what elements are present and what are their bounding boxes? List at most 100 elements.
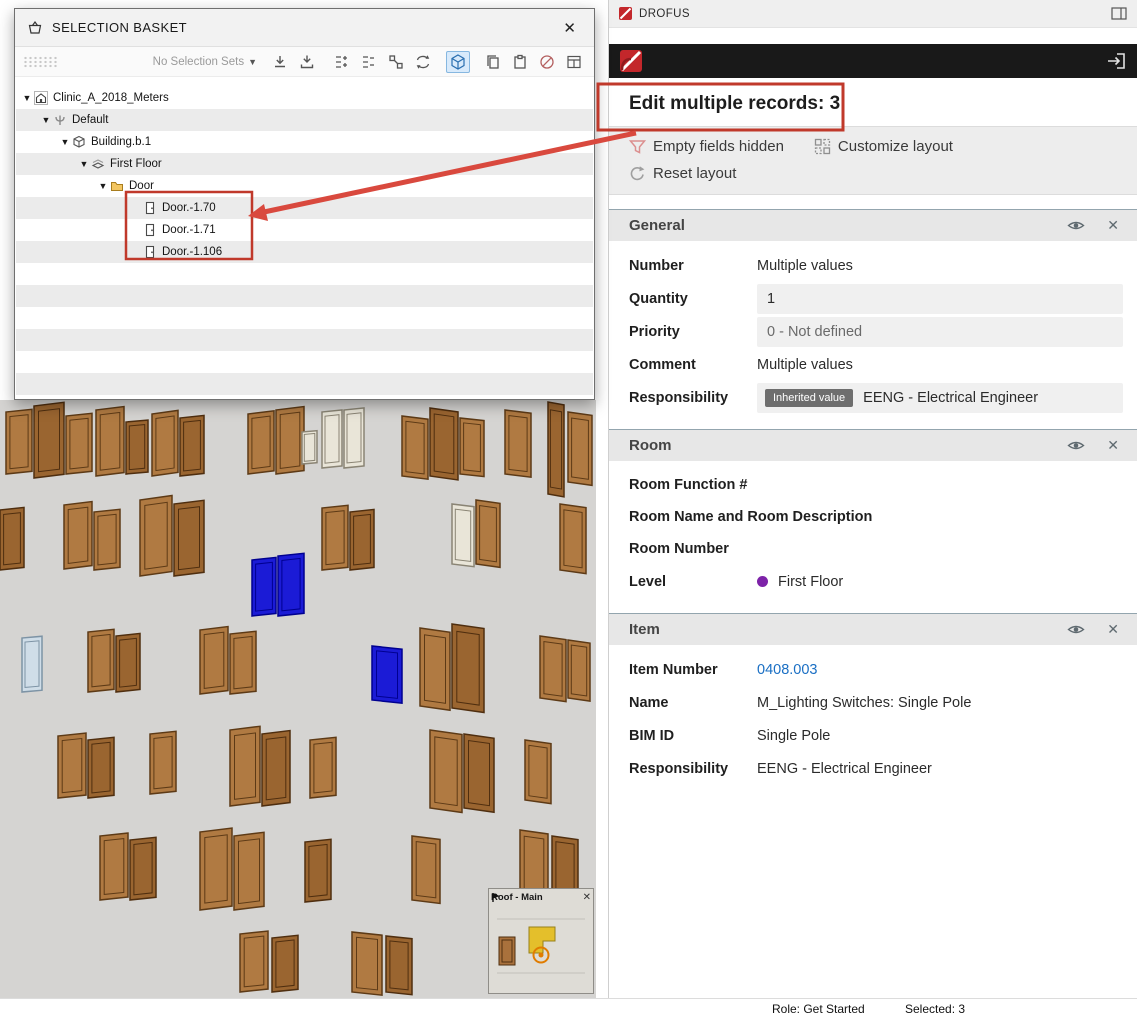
field-label: Room Number	[629, 541, 729, 557]
item-number-link[interactable]: 0408.003	[757, 662, 817, 678]
field-label: Item Number	[629, 662, 757, 678]
customize-layout-label: Customize layout	[838, 138, 953, 155]
expand-caret-icon[interactable]: ▼	[96, 181, 110, 191]
3d-viewport[interactable]: Roof - Main ✕	[0, 400, 596, 998]
section-title: Item	[629, 621, 1067, 638]
status-role: Role: Get Started	[772, 1002, 865, 1016]
field-row-responsibility: Responsibility Inherited value EENG - El…	[629, 381, 1123, 414]
save-selection-icon[interactable]	[295, 51, 319, 73]
show-in-3d-icon[interactable]	[446, 51, 470, 73]
tree-row-door-instance[interactable]: Door.-1.70	[16, 197, 593, 219]
dock-panel-icon[interactable]	[1111, 6, 1127, 21]
tree-item-label: Building.b.1	[91, 136, 151, 148]
expand-caret-icon[interactable]: ▼	[20, 93, 34, 103]
edit-records-heading: Edit multiple records: 3	[609, 78, 1137, 126]
selection-basket-toolbar: No Selection Sets ▼	[15, 47, 594, 77]
tree-row-empty	[16, 351, 593, 373]
revit-drofus-workspace: Roof - Main ✕ SELECTION BASKET ✕ No Sele…	[0, 0, 1137, 1020]
field-row-number: Number Multiple values	[629, 249, 1123, 282]
tree-row-default-set[interactable]: ▼ Default	[16, 109, 593, 131]
field-value: Single Pole	[757, 728, 830, 744]
section-close-icon[interactable]: ✕	[1107, 217, 1119, 234]
field-label: Quantity	[629, 291, 757, 307]
selection-sets-dropdown[interactable]: No Selection Sets ▼	[153, 56, 257, 68]
field-label: Number	[629, 258, 757, 274]
section-header-item[interactable]: Item ✕	[609, 613, 1137, 645]
section-close-icon[interactable]: ✕	[1107, 437, 1119, 454]
field-label: Responsibility	[629, 761, 757, 777]
tree-item-label: Door.-1.106	[162, 246, 222, 258]
chevron-down-icon: ▼	[248, 57, 257, 67]
door-icon	[143, 201, 157, 215]
collapse-all-icon[interactable]	[357, 51, 381, 73]
field-value: EENG - Electrical Engineer	[863, 390, 1038, 406]
field-row-priority: Priority	[629, 315, 1123, 348]
tree-row-empty	[16, 373, 593, 395]
status-bar: Role: Get Started Selected: 3	[0, 998, 1137, 1020]
tree-row-door-instance[interactable]: Door.-1.71	[16, 219, 593, 241]
field-row-item-number: Item Number 0408.003	[629, 653, 1123, 686]
minimap-close-icon[interactable]: ✕	[583, 893, 591, 903]
expand-all-icon[interactable]	[330, 51, 354, 73]
tree-row-empty	[16, 307, 593, 329]
field-row-comment: Comment Multiple values	[629, 348, 1123, 381]
empty-fields-toggle[interactable]: Empty fields hidden	[629, 138, 784, 155]
basket-icon	[27, 20, 43, 36]
section-title: Room	[629, 437, 1067, 454]
selection-tree: ▼ Clinic_A_2018_Meters ▼ Default ▼ Build…	[16, 87, 593, 398]
section-title: General	[629, 217, 1067, 234]
tree-item-label: First Floor	[110, 158, 162, 170]
isolate-selection-icon[interactable]	[384, 51, 408, 73]
reset-layout-label: Reset layout	[653, 165, 736, 182]
sync-selection-icon[interactable]	[411, 51, 435, 73]
drag-handle[interactable]	[23, 56, 57, 68]
window-layout-icon[interactable]	[562, 51, 586, 73]
priority-input[interactable]	[757, 317, 1123, 347]
eye-icon[interactable]	[1067, 439, 1085, 452]
import-selection-icon[interactable]	[268, 51, 292, 73]
tree-row-door-instance[interactable]: Door.-1.106	[16, 241, 593, 263]
sign-out-icon[interactable]	[1105, 51, 1127, 71]
field-value: Multiple values	[757, 258, 853, 274]
section-header-general[interactable]: General ✕	[609, 209, 1137, 241]
field-label: Priority	[629, 324, 757, 340]
field-row-item-responsibility: Responsibility EENG - Electrical Enginee…	[629, 752, 1123, 785]
field-value: M_Lighting Switches: Single Pole	[757, 695, 971, 711]
field-row-quantity: Quantity	[629, 282, 1123, 315]
section-body-room: Room Function # Room Name and Room Descr…	[609, 461, 1137, 610]
section-header-room[interactable]: Room ✕	[609, 429, 1137, 461]
eye-icon[interactable]	[1067, 623, 1085, 636]
field-label: Comment	[629, 357, 757, 373]
field-row-item-name: Name M_Lighting Switches: Single Pole	[629, 686, 1123, 719]
reset-layout-button[interactable]: Reset layout	[629, 165, 736, 182]
door-icon	[143, 223, 157, 237]
drofus-logo-icon	[619, 49, 643, 73]
remove-selection-icon[interactable]	[535, 51, 559, 73]
plan-minimap[interactable]: Roof - Main ✕	[488, 888, 594, 994]
building-icon	[72, 135, 86, 149]
layout-toolbar: Empty fields hidden Customize layout Res…	[609, 126, 1137, 195]
copy-selection-icon[interactable]	[481, 51, 505, 73]
customize-layout-button[interactable]: Customize layout	[814, 138, 953, 155]
close-icon[interactable]: ✕	[557, 17, 582, 39]
reset-arrow-icon	[629, 165, 646, 182]
drofus-titlebar[interactable]: DROFUS	[609, 0, 1137, 28]
expand-caret-icon[interactable]: ▼	[39, 115, 53, 125]
tree-row-level[interactable]: ▼ First Floor	[16, 153, 593, 175]
tree-row-category-door[interactable]: ▼ Door	[16, 175, 593, 197]
field-label: Level	[629, 574, 757, 590]
panel-title: DROFUS	[639, 8, 1104, 20]
paste-selection-icon[interactable]	[508, 51, 532, 73]
eye-icon[interactable]	[1067, 219, 1085, 232]
expand-caret-icon[interactable]: ▼	[77, 159, 91, 169]
expand-caret-icon[interactable]: ▼	[58, 137, 72, 147]
tree-row-project[interactable]: ▼ Clinic_A_2018_Meters	[16, 87, 593, 109]
status-selected-count: Selected: 3	[905, 1002, 965, 1016]
level-icon	[91, 157, 105, 171]
quantity-input[interactable]	[757, 284, 1123, 314]
responsibility-input[interactable]: Inherited value EENG - Electrical Engine…	[757, 383, 1123, 413]
section-close-icon[interactable]: ✕	[1107, 621, 1119, 638]
empty-fields-label: Empty fields hidden	[653, 138, 784, 155]
selection-basket-titlebar[interactable]: SELECTION BASKET ✕	[15, 9, 594, 47]
tree-row-building[interactable]: ▼ Building.b.1	[16, 131, 593, 153]
